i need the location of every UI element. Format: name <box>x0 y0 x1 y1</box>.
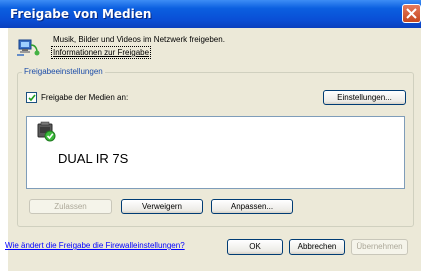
customize-button[interactable]: Anpassen... <box>211 199 293 214</box>
sharing-info-link[interactable]: Informationen zur Freigabe <box>50 46 152 59</box>
firewall-settings-link[interactable]: Wie ändert die Freigabe die Firewalleins… <box>5 241 185 250</box>
cancel-button[interactable]: Abbrechen <box>289 239 345 255</box>
device-name-label[interactable]: DUAL IR 7S <box>58 151 128 166</box>
close-icon <box>406 8 417 19</box>
window-title: Freigabe von Medien <box>10 7 152 21</box>
sharing-settings-legend: Freigabeeinstellungen <box>22 67 105 76</box>
share-media-checkbox[interactable] <box>26 92 37 103</box>
close-button[interactable] <box>402 4 421 23</box>
window-left-edge <box>0 28 8 271</box>
network-share-icon <box>16 34 42 62</box>
dialog-window: Freigabe von Medien Musik, Bilder und Vi… <box>0 0 421 271</box>
media-device-allowed-icon[interactable] <box>35 120 57 144</box>
settings-button[interactable]: Einstellungen... <box>323 90 406 105</box>
apply-button[interactable]: Übernehmen <box>351 239 408 255</box>
ok-button[interactable]: OK <box>227 239 283 255</box>
checkmark-icon <box>28 94 36 102</box>
info-description: Musik, Bilder und Videos im Netzwerk fre… <box>53 35 225 44</box>
share-media-label[interactable]: Freigabe der Medien an: <box>41 93 128 102</box>
allow-button[interactable]: Zulassen <box>29 199 112 214</box>
title-bar[interactable]: Freigabe von Medien <box>0 0 421 28</box>
deny-button[interactable]: Verweigern <box>121 199 203 214</box>
